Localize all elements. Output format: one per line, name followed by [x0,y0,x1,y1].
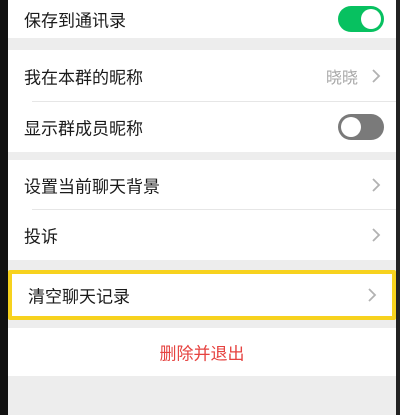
toggle-knob [361,9,381,29]
set-chat-background-row[interactable]: 设置当前聊天背景 [8,160,396,210]
show-member-nicknames-label: 显示群成员昵称 [24,119,143,140]
clear-chat-history-label: 清空聊天记录 [28,287,130,308]
clear-chat-history-row[interactable]: 清空聊天记录 [8,270,396,320]
my-group-nickname-value: 晓晓 [325,68,358,87]
chevron-right-icon [368,288,377,302]
save-to-contacts-toggle[interactable] [338,6,384,32]
chevron-right-icon [372,69,381,83]
chevron-right-icon [372,178,381,192]
delete-and-exit-row[interactable]: 删除并退出 [8,328,396,376]
delete-and-exit-button[interactable]: 删除并退出 [8,340,396,365]
set-chat-background-label: 设置当前聊天背景 [24,177,160,198]
show-member-nicknames-row[interactable]: 显示群成员昵称 [8,102,396,152]
chevron-right-icon [372,228,381,242]
group-chat-settings-screen: 保存到通讯录 我在本群的昵称 晓晓 显示群成员昵称 设置当前聊天背景 投诉 清空… [0,0,400,415]
complain-label: 投诉 [24,227,58,248]
save-to-contacts-label: 保存到通讯录 [24,11,126,32]
complain-row[interactable]: 投诉 [8,210,396,260]
save-to-contacts-row[interactable]: 保存到通讯录 [8,0,396,38]
show-member-nicknames-toggle[interactable] [338,114,384,140]
screen-right-edge [396,0,400,415]
toggle-knob [341,117,361,137]
my-group-nickname-label: 我在本群的昵称 [24,68,143,89]
my-group-nickname-row[interactable]: 我在本群的昵称 晓晓 [8,50,396,102]
screen-left-edge [0,0,8,415]
